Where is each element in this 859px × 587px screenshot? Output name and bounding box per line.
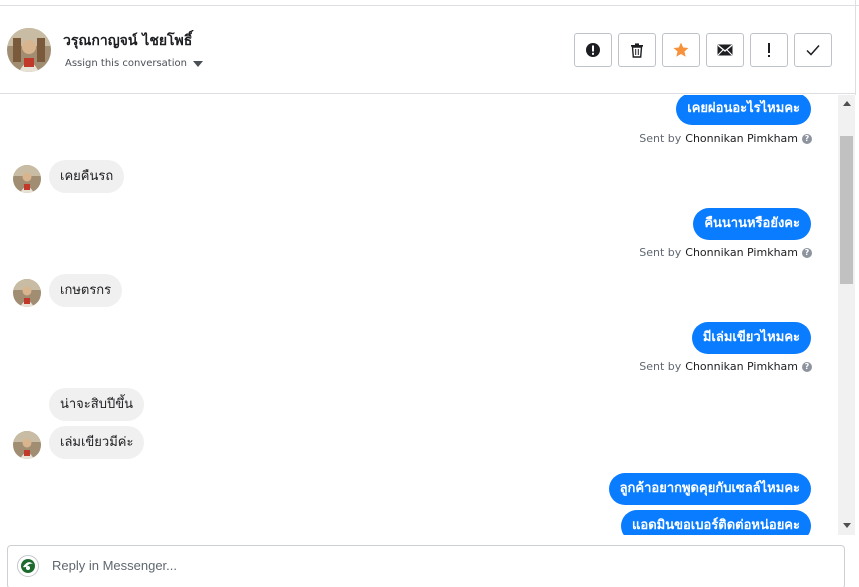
contact-avatar-small (13, 165, 41, 193)
sent-by-prefix: Sent by (639, 132, 682, 145)
assign-label: Assign this conversation (65, 58, 187, 69)
scrollbar-thumb[interactable] (840, 136, 853, 284)
sent-by-prefix: Sent by (639, 360, 682, 373)
mark-unread-button[interactable] (706, 33, 744, 67)
scroll-up-arrow-icon[interactable] (843, 101, 851, 106)
envelope-icon (717, 44, 733, 56)
alert-circle-icon (586, 43, 600, 57)
sent-by-name: Chonnikan Pimkham (685, 246, 798, 259)
incoming-message: เกษตรกร (49, 274, 123, 307)
delete-button[interactable] (618, 33, 656, 67)
outgoing-message: มีเล่มเขียวไหมคะ (691, 322, 811, 354)
incoming-message: เล่มเขียวมีค่ะ (49, 426, 145, 459)
contact-avatar[interactable] (7, 28, 51, 72)
incoming-message: น่าจะสิบปีขึ้น (49, 388, 144, 421)
help-icon[interactable]: ? (802, 133, 812, 144)
mark-done-button[interactable] (794, 33, 832, 67)
right-divider (855, 0, 856, 95)
mark-spam-button[interactable] (574, 33, 612, 67)
outgoing-message: ลูกค้าอยากพูดคุยกับเซลล์ไหมคะ (608, 473, 811, 505)
outgoing-message: คืนนานหรือยังคะ (693, 208, 811, 240)
outgoing-message: แอดมินขอเบอร์ติดต่อหน่อยคะ (621, 510, 811, 535)
follow-up-button[interactable] (750, 33, 788, 67)
contact-name: วรุณกาญจน์ ไชยโพธิ์ (63, 33, 193, 49)
incoming-message: เคยคืนรถ (49, 160, 125, 193)
reply-input[interactable] (52, 558, 812, 573)
sent-by-name: Chonnikan Pimkham (685, 360, 798, 373)
page-logo-icon (17, 555, 39, 577)
scroll-down-arrow-icon[interactable] (843, 523, 851, 528)
messenger-conversation-panel: วรุณกาญจน์ ไชยโพธิ์ Assign this conversa… (0, 0, 859, 587)
sent-by-label: Sent by Chonnikan Pimkham ? (639, 246, 812, 259)
outgoing-message: เคยผ่อนอะไรไหมคะ (676, 95, 811, 125)
assign-conversation-dropdown[interactable]: Assign this conversation (65, 58, 203, 69)
contact-avatar-small (13, 279, 41, 307)
help-icon[interactable]: ? (802, 361, 812, 372)
help-icon[interactable]: ? (802, 247, 812, 258)
sent-by-prefix: Sent by (639, 246, 682, 259)
chat-scrollbar[interactable] (838, 95, 855, 535)
star-button[interactable] (662, 33, 700, 67)
star-icon (673, 42, 689, 57)
trash-icon (631, 43, 643, 58)
conversation-header: วรุณกาญจน์ ไชยโพธิ์ Assign this conversa… (0, 6, 855, 94)
sent-by-label: Sent by Chonnikan Pimkham ? (639, 132, 812, 145)
checkmark-icon (806, 45, 820, 56)
reply-composer (7, 545, 845, 587)
conversation-toolbar (574, 33, 832, 67)
sent-by-label: Sent by Chonnikan Pimkham ? (639, 360, 812, 373)
sent-by-name: Chonnikan Pimkham (685, 132, 798, 145)
message-thread[interactable]: เคยผ่อนอะไรไหมคะ Sent by Chonnikan Pimkh… (0, 95, 838, 535)
caret-down-icon (192, 60, 203, 67)
contact-avatar-small (13, 431, 41, 459)
exclamation-icon (768, 43, 770, 57)
